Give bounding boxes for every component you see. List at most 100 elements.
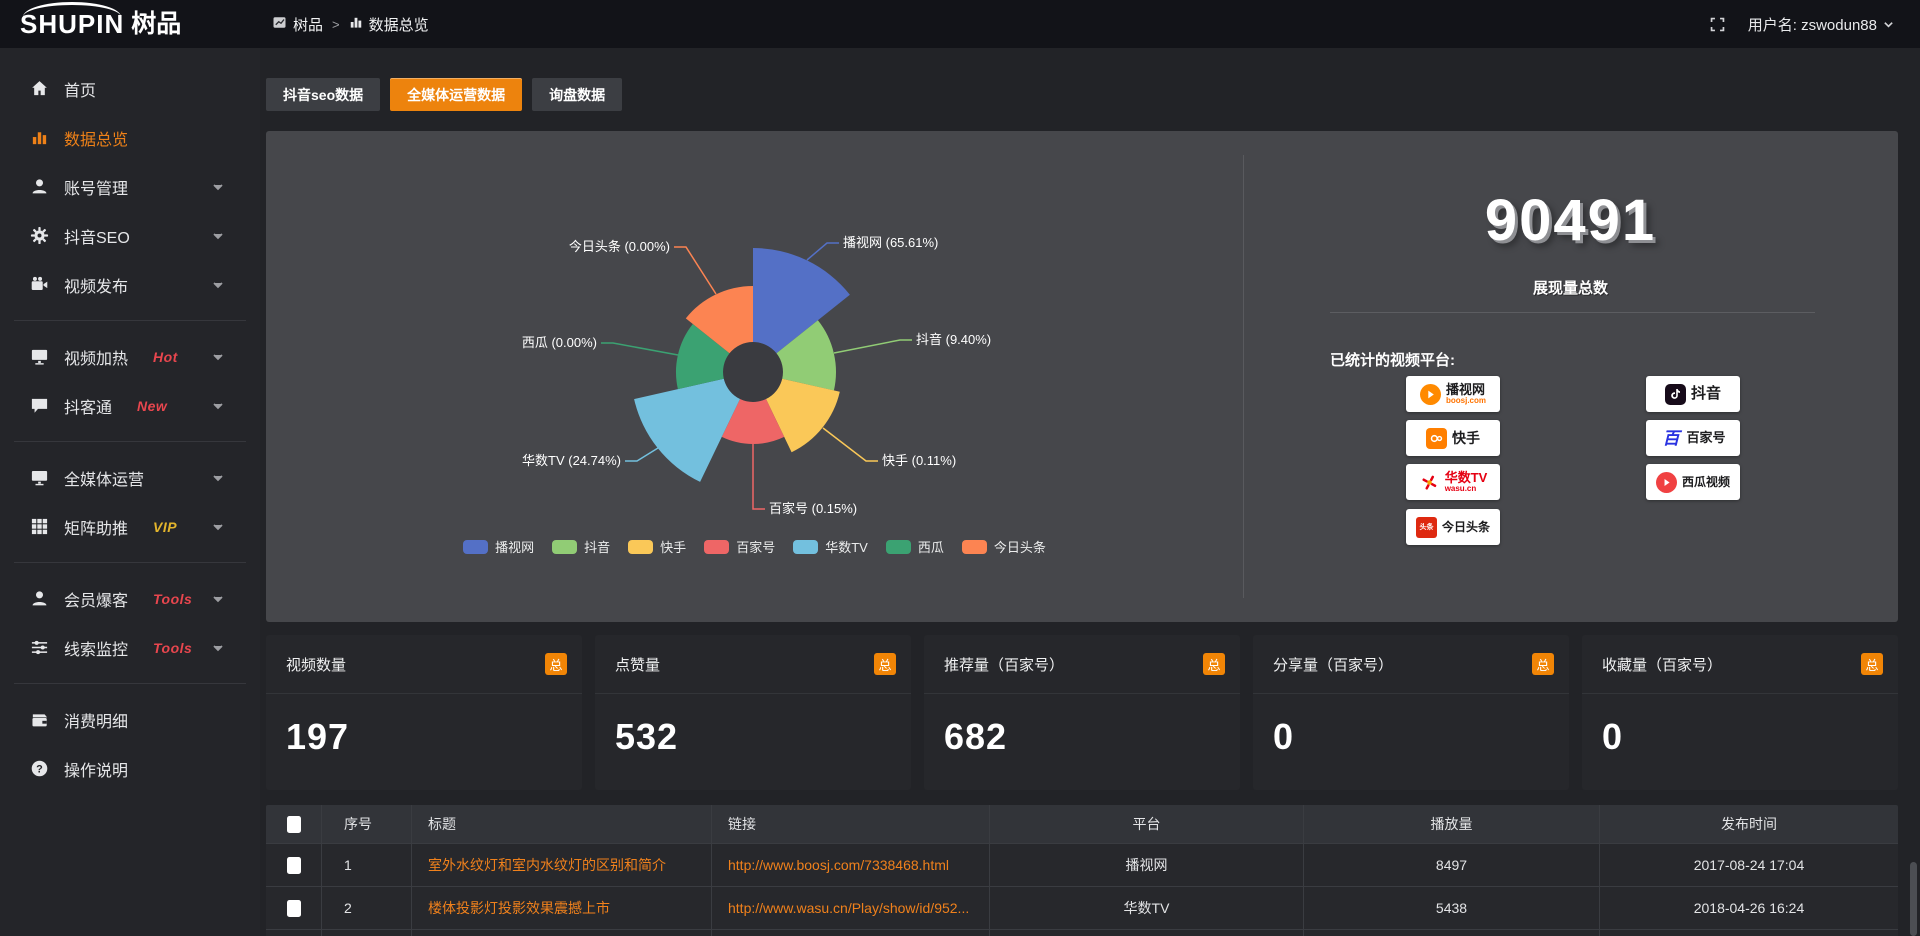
- video-platform: [990, 930, 1304, 936]
- legend-item-抖音[interactable]: 抖音: [552, 537, 610, 556]
- video-link: [712, 930, 990, 936]
- logo-text-cn: 树品: [131, 12, 181, 37]
- sidebar-item-label: 账号管理: [64, 175, 128, 199]
- legend-swatch: [793, 540, 818, 554]
- col-header-link: 链接: [712, 805, 990, 843]
- sidebar-item-question[interactable]: ? 操作说明: [0, 744, 260, 793]
- username-label: 用户名: zswodun88: [1748, 14, 1877, 35]
- stat-card-header: 点赞量 总: [595, 635, 911, 694]
- sidebar-item-gear[interactable]: 抖音SEO: [0, 211, 260, 260]
- sidebar-item-chart[interactable]: 数据总览: [0, 113, 260, 162]
- breadcrumb: 树品 > 数据总览: [272, 14, 429, 35]
- legend-item-播视网[interactable]: 播视网: [463, 537, 534, 556]
- chevron-down-icon: [212, 351, 224, 363]
- home-icon: [30, 79, 49, 98]
- total-badge: 总: [545, 653, 567, 675]
- sidebar-item-user[interactable]: 账号管理: [0, 162, 260, 211]
- tab-抖音seo数据[interactable]: 抖音seo数据: [266, 78, 380, 111]
- chevron-down-icon: [212, 521, 224, 533]
- sidebar-item-label: 数据总览: [64, 126, 128, 150]
- col-header-platform: 平台: [990, 805, 1304, 843]
- impressions-total-value: 90491: [1243, 187, 1898, 254]
- tab-询盘数据[interactable]: 询盘数据: [532, 78, 622, 111]
- chevron-down-icon: [212, 642, 224, 654]
- video-platform: 播视网: [990, 844, 1304, 886]
- sidebar-item-home[interactable]: 首页: [0, 64, 260, 113]
- video-title[interactable]: 楼体投影灯投影效果震撼上市: [412, 887, 712, 929]
- breadcrumb-current[interactable]: 数据总览: [349, 14, 429, 35]
- pie-label-line: [807, 243, 839, 260]
- page-scrollbar-thumb[interactable]: [1910, 862, 1917, 936]
- col-header-index: 序号: [322, 805, 412, 843]
- legend-item-快手[interactable]: 快手: [628, 537, 686, 556]
- video-published: 2018-04-26 16:24: [1600, 887, 1898, 929]
- tab-全媒体运营数据[interactable]: 全媒体运营数据: [390, 78, 522, 111]
- breadcrumb-separator: >: [332, 17, 340, 32]
- legend-swatch: [704, 540, 729, 554]
- table-row[interactable]: 2楼体投影灯投影效果震撼上市 http://www.wasu.cn/Play/sh…: [266, 886, 1898, 929]
- sidebar-item-user2[interactable]: 会员爆客 Tools: [0, 574, 260, 623]
- stat-card-title: 收藏量（百家号）: [1602, 654, 1722, 675]
- panel-icon: [272, 15, 287, 34]
- row-checkbox[interactable]: [287, 857, 301, 874]
- sidebar-item-label: 线索监控: [64, 636, 128, 660]
- legend-label: 快手: [660, 537, 686, 556]
- legend-swatch: [552, 540, 577, 554]
- pie-label-line: [601, 343, 678, 355]
- table-row[interactable]: 1室外水纹灯和室内水纹灯的区别和简介 http://www.boosj.com/7…: [266, 843, 1898, 886]
- sidebar-item-wallet[interactable]: 消费明细: [0, 695, 260, 744]
- stat-card-header: 推荐量（百家号） 总: [924, 635, 1240, 694]
- pie-label-line: [753, 444, 765, 509]
- grid-icon: [30, 517, 49, 536]
- sidebar-item-label: 会员爆客: [64, 587, 128, 611]
- sidebar-item-sliders[interactable]: 线索监控 Tools: [0, 623, 260, 672]
- video-link-anchor[interactable]: http://www.boosj.com/7338468.html: [728, 857, 949, 873]
- row-index: 1: [322, 844, 412, 886]
- chevron-down-icon: [212, 230, 224, 242]
- legend-item-西瓜[interactable]: 西瓜: [886, 537, 944, 556]
- table-row-partial: [266, 929, 1898, 936]
- stat-card-value: 532: [595, 694, 911, 758]
- bar-chart-icon: [349, 15, 363, 33]
- legend-item-今日头条[interactable]: 今日头条: [962, 537, 1046, 556]
- video-link: http://www.wasu.cn/Play/show/id/952...: [712, 887, 990, 929]
- fullscreen-icon[interactable]: [1709, 16, 1726, 33]
- sidebar-item-chat[interactable]: 抖客通 New: [0, 381, 260, 430]
- breadcrumb-home[interactable]: 树品: [272, 14, 323, 35]
- row-checkbox[interactable]: [287, 900, 301, 917]
- platforms-counted-label: 已统计的视频平台:: [1330, 349, 1455, 370]
- video-link-anchor[interactable]: http://www.wasu.cn/Play/show/id/952...: [728, 900, 969, 916]
- platform-logo-wasu: 华数TVwasu.cn: [1406, 464, 1500, 500]
- row-checkbox-cell: [266, 930, 322, 936]
- sidebar-item-monitor[interactable]: 全媒体运营: [0, 453, 260, 502]
- chevron-down-icon: [212, 472, 224, 484]
- legend-item-华数TV[interactable]: 华数TV: [793, 537, 868, 556]
- sidebar-item-screen[interactable]: 视频加热 Hot: [0, 332, 260, 381]
- sidebar-item-video[interactable]: 视频发布: [0, 260, 260, 309]
- legend-label: 华数TV: [825, 537, 868, 556]
- chevron-down-icon: [1883, 19, 1894, 30]
- wallet-icon: [30, 710, 49, 729]
- pie-slice-华数TV[interactable]: [634, 379, 740, 482]
- row-index: 2: [322, 887, 412, 929]
- row-checkbox-cell: [266, 887, 322, 929]
- sidebar-item-badge: Hot: [153, 349, 178, 365]
- video-icon: [30, 275, 49, 294]
- legend-item-百家号[interactable]: 百家号: [704, 537, 775, 556]
- sidebar-item-label: 首页: [64, 77, 96, 101]
- app-logo: SHUPIN 树品: [0, 11, 260, 37]
- video-published: 2017-08-24 17:04: [1600, 844, 1898, 886]
- video-title[interactable]: 室外水纹灯和室内水纹灯的区别和简介: [412, 844, 712, 886]
- platform-logo-douyin: 抖音: [1646, 376, 1740, 412]
- topbar-right: 用户名: zswodun88: [1709, 14, 1920, 35]
- chevron-down-icon: [212, 400, 224, 412]
- stat-card-value: 197: [266, 694, 582, 758]
- select-all-checkbox[interactable]: [287, 816, 301, 833]
- videos-table: 序号标题链接平台播放量发布时间1室外水纹灯和室内水纹灯的区别和简介http://…: [266, 805, 1898, 936]
- chevron-down-icon: [212, 593, 224, 605]
- overview-panel: 播视网 (65.61%)抖音 (9.40%)快手 (0.11%)百家号 (0.1…: [266, 131, 1898, 622]
- user-menu[interactable]: 用户名: zswodun88: [1748, 14, 1894, 35]
- sidebar-item-grid[interactable]: 矩阵助推 VIP: [0, 502, 260, 551]
- sidebar-item-label: 矩阵助推: [64, 515, 128, 539]
- stat-card-收藏量（百家号）: 收藏量（百家号） 总 0: [1582, 635, 1898, 790]
